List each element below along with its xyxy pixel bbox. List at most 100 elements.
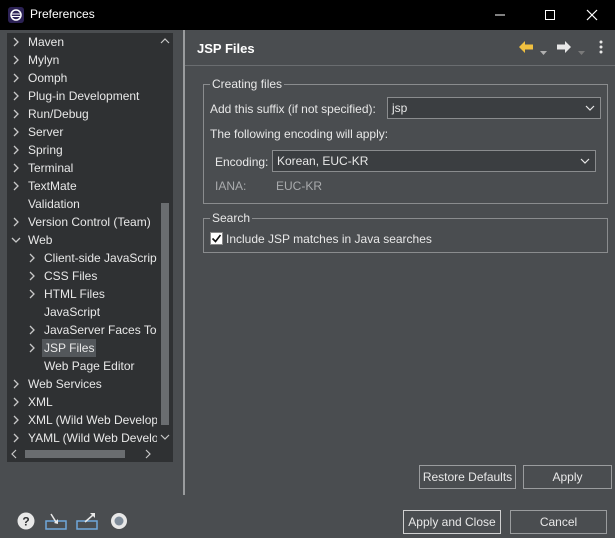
page-header: JSP Files (185, 30, 615, 66)
tree-item[interactable]: Plug-in Development (11, 87, 157, 105)
include-jsp-checkbox[interactable] (210, 232, 223, 245)
chevron-right-icon[interactable] (27, 249, 37, 267)
tree-item[interactable]: JavaServer Faces Tools (27, 321, 157, 339)
tree-item[interactable]: Web (11, 231, 157, 249)
chevron-right-icon[interactable] (11, 105, 21, 123)
tree-item[interactable]: JSP Files (27, 339, 157, 357)
tree-item[interactable]: HTML Files (27, 285, 157, 303)
chevron-down-icon[interactable] (11, 231, 21, 249)
forward-dropdown-icon[interactable] (578, 45, 585, 59)
tree-item-label: Validation (28, 197, 80, 211)
creating-files-legend: Creating files (210, 77, 285, 91)
tree-item-label: JSP Files (42, 339, 97, 357)
scroll-left-icon (11, 449, 17, 459)
tree-item[interactable]: Spring (11, 141, 157, 159)
tree-item-label: JavaScript (44, 305, 101, 319)
title-bar: Preferences (0, 0, 615, 30)
apply-button[interactable]: Apply (523, 465, 612, 489)
tree-item[interactable]: JavaScript (27, 303, 157, 321)
encoding-value: Korean, EUC-KR (277, 154, 369, 168)
tree-item-label: Web Page Editor (44, 359, 135, 373)
chevron-right-icon[interactable] (27, 267, 37, 285)
chevron-right-icon[interactable] (11, 141, 21, 159)
tree-item[interactable]: Terminal (11, 159, 157, 177)
scroll-right-icon (145, 449, 151, 459)
chevron-right-icon[interactable] (11, 375, 21, 393)
maximize-icon (545, 10, 555, 20)
tree-item-label: CSS Files (44, 269, 98, 283)
chevron-down-icon (580, 158, 590, 164)
tree-item[interactable]: Version Control (Team) (11, 213, 157, 231)
checkmark-icon (211, 234, 222, 243)
scroll-down-icon (160, 434, 170, 440)
tree-item-label: Run/Debug (28, 107, 89, 121)
tree-item-label: TextMate (28, 179, 77, 193)
close-button[interactable] (569, 0, 615, 30)
help-icon[interactable]: ? (16, 512, 36, 530)
svg-text:?: ? (22, 515, 29, 529)
tree-item[interactable]: YAML (Wild Web Developer) (11, 429, 157, 446)
import-icon[interactable] (45, 512, 67, 530)
chevron-right-icon[interactable] (11, 159, 21, 177)
chevron-right-icon[interactable] (11, 429, 21, 446)
tree-item[interactable]: TextMate (11, 177, 157, 195)
tree-item[interactable]: Maven (11, 33, 157, 51)
tree-item-label: Maven (28, 35, 65, 49)
encoding-combo[interactable]: Korean, EUC-KR (272, 150, 596, 172)
tree-item[interactable]: XML (Wild Web Developer) (11, 411, 157, 429)
page-title: JSP Files (197, 41, 255, 56)
view-menu-icon[interactable] (599, 40, 603, 57)
chevron-right-icon[interactable] (27, 285, 37, 303)
tree-item[interactable]: Web Services (11, 375, 157, 393)
tree-item[interactable]: Run/Debug (11, 105, 157, 123)
preference-tree[interactable]: Maven Mylyn Oomph Plug-in Development Run/De… (7, 33, 157, 446)
chevron-right-icon[interactable] (11, 393, 21, 411)
chevron-right-icon[interactable] (11, 51, 21, 69)
suffix-label: Add this suffix (if not specified): (210, 102, 376, 116)
chevron-right-icon[interactable] (11, 123, 21, 141)
minimize-button[interactable] (477, 0, 523, 30)
tree-item[interactable]: XML (11, 393, 157, 411)
restore-defaults-button[interactable]: Restore Defaults (419, 465, 516, 489)
cancel-button[interactable]: Cancel (510, 510, 607, 534)
apply-and-close-button[interactable]: Apply and Close (403, 510, 501, 534)
maximize-button[interactable] (527, 0, 573, 30)
chevron-right-icon[interactable] (11, 411, 21, 429)
tree-item[interactable]: Web Page Editor (27, 357, 157, 375)
tree-item-label: Web Services (28, 377, 102, 391)
tree-item[interactable]: Server (11, 123, 157, 141)
forward-arrow-icon[interactable] (556, 40, 572, 57)
chevron-right-icon[interactable] (11, 177, 21, 195)
tree-item[interactable]: Oomph (11, 69, 157, 87)
encoding-label: Encoding: (215, 155, 269, 169)
chevron-right-icon[interactable] (11, 69, 21, 87)
tree-item[interactable]: Validation (11, 195, 157, 213)
export-icon[interactable] (76, 512, 98, 530)
include-jsp-label[interactable]: Include JSP matches in Java searches (226, 232, 432, 246)
tree-item-label: Server (28, 125, 64, 139)
window-title: Preferences (30, 7, 95, 21)
chevron-right-icon[interactable] (11, 213, 21, 231)
search-legend: Search (210, 211, 253, 225)
chevron-right-icon[interactable] (11, 33, 21, 51)
back-arrow-icon[interactable] (518, 40, 534, 57)
pane-splitter[interactable] (183, 30, 185, 495)
tree-item[interactable]: Client-side JavaScript (27, 249, 157, 267)
tree-item[interactable]: CSS Files (27, 267, 157, 285)
tree-horizontal-scroll-thumb[interactable] (25, 450, 125, 458)
tree-item-label: Client-side JavaScript (44, 251, 157, 265)
tree-horizontal-scrollbar[interactable] (7, 446, 157, 462)
scroll-corner (157, 446, 173, 462)
chevron-right-icon[interactable] (11, 87, 21, 105)
iana-value: EUC-KR (276, 179, 323, 193)
back-dropdown-icon[interactable] (540, 45, 547, 59)
tree-vertical-scrollbar[interactable] (157, 33, 173, 446)
tree-item-label: Version Control (Team) (28, 215, 151, 229)
oomph-record-icon[interactable] (109, 512, 129, 530)
suffix-combo[interactable]: jsp (387, 97, 601, 119)
tree-item[interactable]: Mylyn (11, 51, 157, 69)
tree-vertical-scroll-thumb[interactable] (161, 203, 169, 425)
tree-item-label: Plug-in Development (28, 89, 140, 103)
chevron-right-icon[interactable] (27, 339, 37, 357)
chevron-right-icon[interactable] (27, 321, 37, 339)
